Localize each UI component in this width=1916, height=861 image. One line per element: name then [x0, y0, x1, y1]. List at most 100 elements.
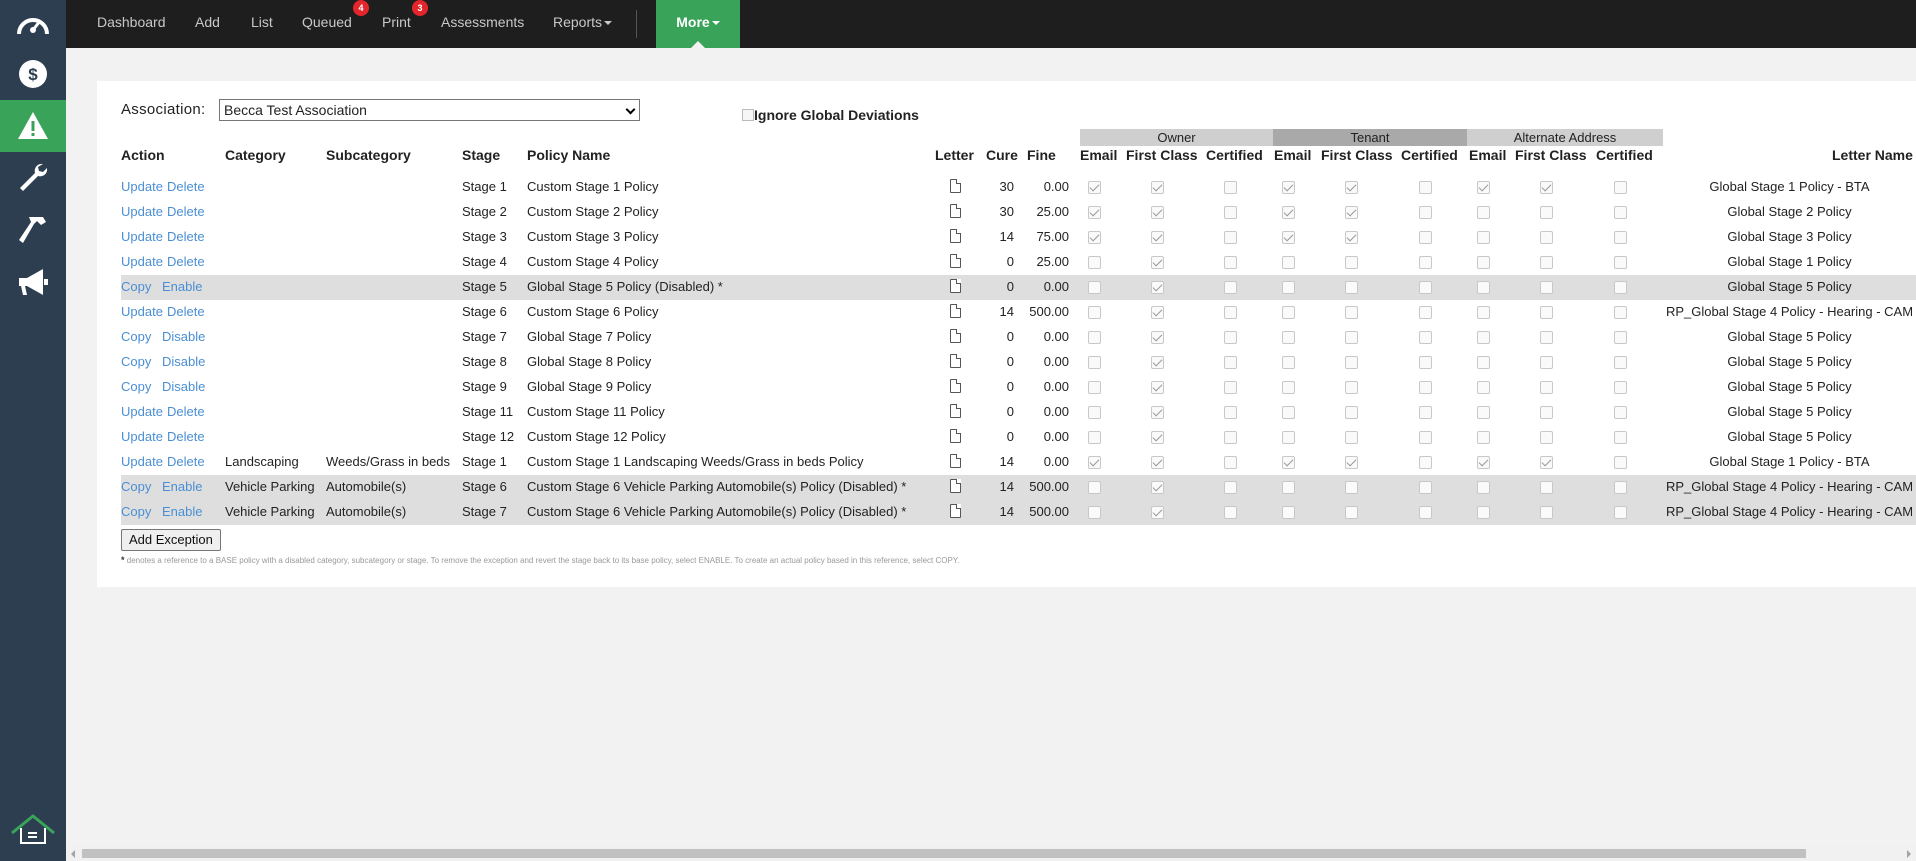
sidebar-item-maintenance[interactable] [0, 152, 66, 204]
checkbox-alt-certified[interactable] [1614, 456, 1627, 469]
checkbox-tenant-first-class[interactable] [1345, 456, 1358, 469]
checkbox-owner-first-class[interactable] [1151, 181, 1164, 194]
checkbox-owner-email[interactable] [1088, 281, 1101, 294]
checkbox-tenant-first-class[interactable] [1345, 381, 1358, 394]
checkbox-owner-email[interactable] [1088, 206, 1101, 219]
checkbox-tenant-certified[interactable] [1419, 431, 1432, 444]
letter-document-icon[interactable] [950, 254, 961, 268]
checkbox-alt-certified[interactable] [1614, 356, 1627, 369]
checkbox-tenant-first-class[interactable] [1345, 281, 1358, 294]
scroll-right-arrow-icon[interactable] [1907, 850, 1911, 858]
action-update-link[interactable]: Update [121, 229, 163, 244]
checkbox-owner-first-class[interactable] [1151, 506, 1164, 519]
checkbox-alt-email[interactable] [1477, 181, 1490, 194]
letter-document-icon[interactable] [950, 454, 961, 468]
checkbox-alt-certified[interactable] [1614, 431, 1627, 444]
checkbox-alt-certified[interactable] [1614, 331, 1627, 344]
association-select[interactable]: Becca Test Association [219, 99, 640, 121]
action-copy-link[interactable]: Copy [121, 479, 151, 494]
checkbox-tenant-email[interactable] [1282, 331, 1295, 344]
checkbox-owner-certified[interactable] [1224, 181, 1237, 194]
checkbox-owner-certified[interactable] [1224, 256, 1237, 269]
action-delete-link[interactable]: Delete [167, 204, 205, 219]
letter-document-icon[interactable] [950, 354, 961, 368]
checkbox-alt-email[interactable] [1477, 256, 1490, 269]
checkbox-tenant-first-class[interactable] [1345, 231, 1358, 244]
add-exception-button[interactable]: Add Exception [121, 529, 221, 551]
horizontal-scrollbar[interactable] [66, 846, 1916, 861]
checkbox-owner-first-class[interactable] [1151, 431, 1164, 444]
letter-document-icon[interactable] [950, 279, 961, 293]
action-copy-link[interactable]: Copy [121, 329, 151, 344]
scroll-left-arrow-icon[interactable] [71, 850, 75, 858]
nav-print[interactable]: Print [382, 0, 411, 48]
checkbox-tenant-email[interactable] [1282, 181, 1295, 194]
checkbox-tenant-email[interactable] [1282, 356, 1295, 369]
checkbox-owner-certified[interactable] [1224, 456, 1237, 469]
checkbox-owner-certified[interactable] [1224, 231, 1237, 244]
scrollbar-thumb[interactable] [82, 849, 1806, 858]
checkbox-owner-first-class[interactable] [1151, 356, 1164, 369]
action-delete-link[interactable]: Delete [167, 429, 205, 444]
checkbox-tenant-email[interactable] [1282, 481, 1295, 494]
checkbox-alt-first-class[interactable] [1540, 306, 1553, 319]
action-update-link[interactable]: Update [121, 254, 163, 269]
checkbox-alt-certified[interactable] [1614, 181, 1627, 194]
checkbox-owner-certified[interactable] [1224, 281, 1237, 294]
checkbox-alt-first-class[interactable] [1540, 456, 1553, 469]
ignore-global-deviations[interactable]: Ignore Global Deviations [742, 107, 919, 123]
nav-add[interactable]: Add [195, 0, 220, 48]
checkbox-alt-email[interactable] [1477, 331, 1490, 344]
checkbox-alt-email[interactable] [1477, 231, 1490, 244]
checkbox-owner-first-class[interactable] [1151, 206, 1164, 219]
checkbox-alt-first-class[interactable] [1540, 406, 1553, 419]
checkbox-alt-certified[interactable] [1614, 256, 1627, 269]
sidebar-item-projects[interactable] [0, 204, 66, 256]
action-update-link[interactable]: Update [121, 454, 163, 469]
checkbox-tenant-certified[interactable] [1419, 406, 1432, 419]
action-disable-link[interactable]: Disable [162, 354, 205, 369]
home-logo-icon[interactable] [8, 811, 58, 851]
letter-document-icon[interactable] [950, 404, 961, 418]
checkbox-owner-email[interactable] [1088, 356, 1101, 369]
checkbox-owner-certified[interactable] [1224, 481, 1237, 494]
checkbox-tenant-email[interactable] [1282, 231, 1295, 244]
checkbox-alt-email[interactable] [1477, 406, 1490, 419]
sidebar-item-violations[interactable] [0, 100, 66, 152]
checkbox-alt-email[interactable] [1477, 356, 1490, 369]
action-disable-link[interactable]: Disable [162, 379, 205, 394]
checkbox-alt-email[interactable] [1477, 206, 1490, 219]
checkbox-owner-email[interactable] [1088, 256, 1101, 269]
checkbox-tenant-email[interactable] [1282, 406, 1295, 419]
action-disable-link[interactable]: Disable [162, 329, 205, 344]
checkbox-owner-first-class[interactable] [1151, 381, 1164, 394]
checkbox-owner-first-class[interactable] [1151, 256, 1164, 269]
checkbox-alt-certified[interactable] [1614, 281, 1627, 294]
checkbox-tenant-first-class[interactable] [1345, 331, 1358, 344]
action-delete-link[interactable]: Delete [167, 304, 205, 319]
action-update-link[interactable]: Update [121, 304, 163, 319]
checkbox-owner-email[interactable] [1088, 481, 1101, 494]
checkbox-tenant-email[interactable] [1282, 381, 1295, 394]
checkbox-alt-first-class[interactable] [1540, 206, 1553, 219]
checkbox-alt-certified[interactable] [1614, 506, 1627, 519]
checkbox-tenant-email[interactable] [1282, 281, 1295, 294]
checkbox-owner-email[interactable] [1088, 406, 1101, 419]
checkbox-owner-certified[interactable] [1224, 306, 1237, 319]
checkbox-alt-email[interactable] [1477, 481, 1490, 494]
letter-document-icon[interactable] [950, 204, 961, 218]
checkbox-tenant-certified[interactable] [1419, 331, 1432, 344]
action-copy-link[interactable]: Copy [121, 504, 151, 519]
checkbox-owner-certified[interactable] [1224, 206, 1237, 219]
checkbox-tenant-email[interactable] [1282, 306, 1295, 319]
nav-reports[interactable]: Reports [553, 0, 613, 48]
checkbox-owner-first-class[interactable] [1151, 281, 1164, 294]
checkbox-tenant-certified[interactable] [1419, 256, 1432, 269]
checkbox-alt-certified[interactable] [1614, 381, 1627, 394]
checkbox-tenant-certified[interactable] [1419, 456, 1432, 469]
checkbox-owner-first-class[interactable] [1151, 331, 1164, 344]
checkbox-owner-email[interactable] [1088, 456, 1101, 469]
checkbox-alt-certified[interactable] [1614, 231, 1627, 244]
sidebar-item-dashboard[interactable] [0, 0, 66, 52]
checkbox-alt-certified[interactable] [1614, 406, 1627, 419]
